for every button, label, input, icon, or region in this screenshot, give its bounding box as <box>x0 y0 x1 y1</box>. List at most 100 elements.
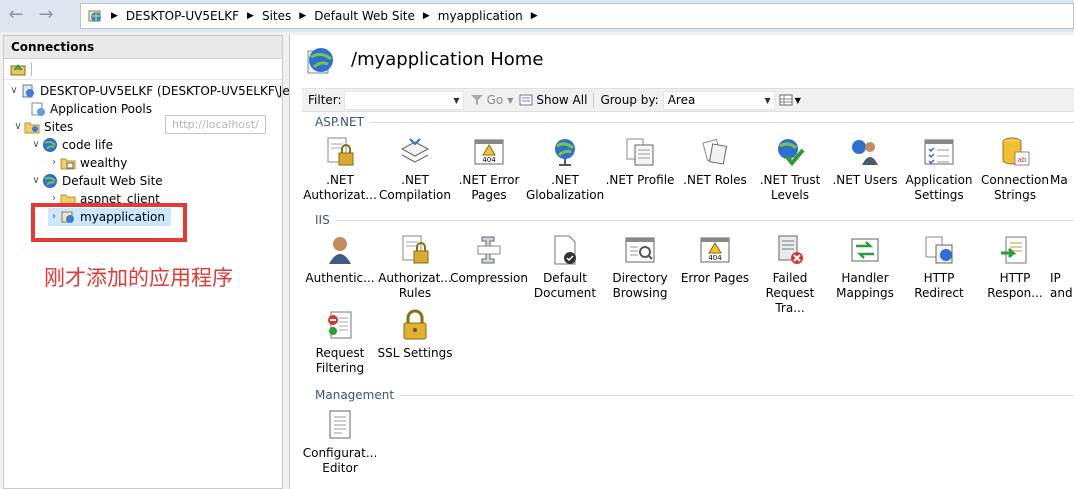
default-document-icon <box>554 235 576 265</box>
connections-pane: Connections ∨ DESKTOP-UV5ELKF (DESKTOP-U… <box>3 35 326 489</box>
tree-node-wealthy[interactable]: › wealthy <box>48 154 127 172</box>
feature-authentication[interactable]: Authentic... <box>301 233 379 286</box>
filter-input[interactable]: ▼ <box>343 90 464 110</box>
globe-icon <box>43 138 57 152</box>
feature-directory-browsing[interactable]: Directory Browsing <box>601 233 679 301</box>
back-arrow-icon: ← <box>8 4 24 25</box>
connections-header: Connections <box>4 36 282 59</box>
back-button[interactable]: ← <box>4 4 28 26</box>
iis-site-icon <box>88 10 101 22</box>
feature-default-document[interactable]: Default Document <box>526 233 604 301</box>
features-view: /myapplication Home Filter: ▼ Go ▼ Show … <box>289 35 1074 489</box>
svg-text:404: 404 <box>482 156 496 164</box>
globe-stand-icon <box>555 139 575 166</box>
feature-net-users[interactable]: .NET Users <box>826 135 904 188</box>
feature-net-authorization[interactable]: .NET Authorizat... <box>301 135 379 203</box>
application-folder-icon <box>60 158 76 170</box>
page-title: /myapplication Home <box>351 49 544 70</box>
stack-icon <box>400 138 430 163</box>
group-header-iis: IIS <box>315 213 1074 227</box>
connect-icon[interactable] <box>10 61 26 77</box>
breadcrumb-separator-icon: ▶ <box>422 11 430 21</box>
group-header-aspnet: ASP.NET <box>315 115 1074 129</box>
feature-net-globalization[interactable]: .NET Globalization <box>526 135 604 203</box>
show-all-icon <box>519 94 533 106</box>
view-mode-button[interactable]: ▼ <box>779 94 801 106</box>
collapse-icon[interactable]: ∨ <box>12 118 24 136</box>
feature-net-compilation[interactable]: .NET Compilation <box>376 135 454 203</box>
http-redirect-icon <box>925 236 953 264</box>
forward-arrow-icon: → <box>38 4 54 25</box>
feature-net-profile[interactable]: .NET Profile <box>601 135 679 188</box>
handler-mappings-icon <box>851 238 879 262</box>
breadcrumb-sites[interactable]: Sites <box>258 9 295 23</box>
feature-request-filtering[interactable]: Request Filtering <box>301 308 379 376</box>
breadcrumb[interactable]: ▶ DESKTOP-UV5ELKF ▶ Sites ▶ Default Web … <box>80 3 1074 29</box>
breadcrumb-server[interactable]: DESKTOP-UV5ELKF <box>122 9 243 23</box>
tree-node-default-web-site[interactable]: ∨ Default Web Site <box>30 172 163 190</box>
collapse-icon[interactable]: ∨ <box>8 82 20 100</box>
feature-net-roles[interactable]: .NET Roles <box>676 135 754 188</box>
tree-node-sites[interactable]: ∨ Sites <box>12 118 73 136</box>
tree-label: code life <box>62 138 114 152</box>
view-grid-icon <box>779 94 793 106</box>
tree-label: DESKTOP-UV5ELKF (DESKTOP-UV5ELKF\Jessory… <box>40 84 327 98</box>
feature-configuration-editor[interactable]: Configurat... Editor <box>301 408 379 476</box>
feature-compression[interactable]: Compression <box>450 233 528 286</box>
profile-documents-icon <box>626 138 654 166</box>
feature-net-error-pages[interactable]: 404 .NET Error Pages <box>450 135 528 203</box>
tree-node-application-pools[interactable]: Application Pools <box>30 100 152 118</box>
request-filtering-icon <box>328 311 352 339</box>
svg-text:404: 404 <box>708 254 722 262</box>
feature-failed-request-tracing[interactable]: Failed Request Tra... <box>751 233 829 316</box>
feature-authorization-rules[interactable]: Authorizat... Rules <box>376 233 454 301</box>
feature-ip-and-domain[interactable]: IP and <box>1050 233 1074 301</box>
feature-http-redirect[interactable]: HTTP Redirect <box>900 233 978 301</box>
svg-text:ab: ab <box>1018 156 1027 164</box>
group-by-select[interactable]: Area ▼ <box>662 90 775 110</box>
address-bar: ← → ▶ DESKTOP-UV5ELKF ▶ Sites ▶ Default … <box>0 0 1074 32</box>
database-icon: ab <box>1002 137 1030 166</box>
breadcrumb-myapplication[interactable]: myapplication <box>434 9 527 23</box>
collapse-icon[interactable]: ∨ <box>30 172 42 190</box>
url-tooltip: http://localhost/ <box>165 115 266 134</box>
feature-ssl-settings[interactable]: SSL Settings <box>376 308 454 361</box>
group-header-management: Management <box>315 388 1074 402</box>
application-pools-icon <box>31 102 45 116</box>
user-icon <box>329 237 351 264</box>
feature-machine-key[interactable]: Ma <box>1050 135 1074 188</box>
annotation-text: 刚才添加的应用程序 <box>44 266 233 290</box>
failed-request-icon <box>778 235 803 264</box>
tree-label: wealthy <box>80 156 128 170</box>
server-icon <box>22 84 34 98</box>
lock-document-icon <box>402 235 429 264</box>
expand-icon[interactable]: › <box>48 154 60 172</box>
breadcrumb-separator-icon[interactable]: ▶ <box>527 11 542 21</box>
sites-folder-icon <box>24 122 40 134</box>
configuration-editor-icon <box>329 410 351 439</box>
users-icon <box>852 140 878 165</box>
tree-node-server[interactable]: ∨ DESKTOP-UV5ELKF (DESKTOP-UV5ELKF\Jesso… <box>8 82 326 100</box>
collapse-icon[interactable]: ∨ <box>30 136 42 154</box>
toolbar-separator <box>593 92 595 108</box>
breadcrumb-default-web-site[interactable]: Default Web Site <box>310 9 419 23</box>
funnel-icon <box>470 95 483 105</box>
feature-net-trust-levels[interactable]: .NET Trust Levels <box>751 135 829 203</box>
dropdown-arrow-icon[interactable]: ▼ <box>765 92 771 109</box>
tree-label: Sites <box>44 120 74 134</box>
feature-error-pages[interactable]: 404 Error Pages <box>676 233 754 286</box>
feature-application-settings[interactable]: Application Settings <box>900 135 978 203</box>
compression-clamp-icon <box>477 236 501 264</box>
forward-button[interactable]: → <box>34 4 58 26</box>
go-button[interactable]: Go ▼ <box>470 93 514 107</box>
tree-node-code-life[interactable]: ∨ code life <box>30 136 113 154</box>
feature-connection-strings[interactable]: ab Connection Strings <box>976 135 1054 203</box>
filter-label: Filter: <box>308 93 342 107</box>
feature-http-response-headers[interactable]: HTTP Respon... <box>976 233 1054 301</box>
group-by-label: Group by: <box>600 93 659 107</box>
dropdown-arrow-icon[interactable]: ▼ <box>453 92 459 109</box>
feature-handler-mappings[interactable]: Handler Mappings <box>826 233 904 301</box>
roles-icon <box>702 138 728 165</box>
dropdown-arrow-icon: ▼ <box>507 95 514 105</box>
show-all-button[interactable]: Show All <box>519 93 587 107</box>
